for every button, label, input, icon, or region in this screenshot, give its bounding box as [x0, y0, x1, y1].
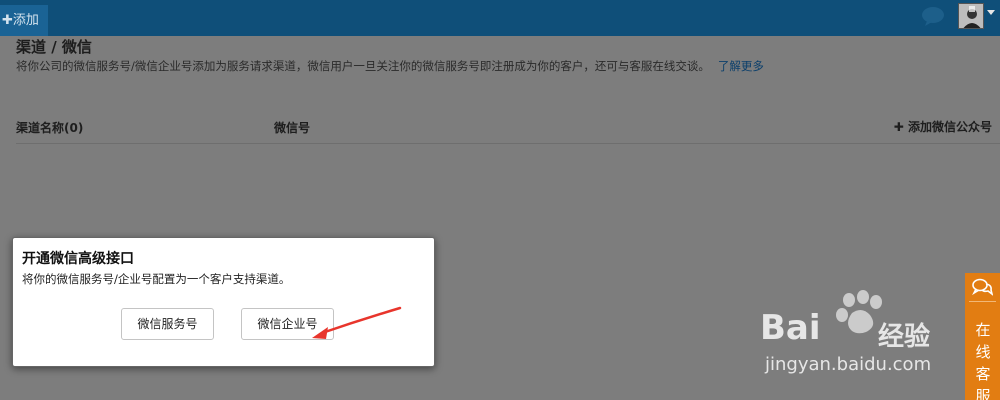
- channel-table-header: 渠道名称(0) 微信号 ✚ 添加微信公众号: [16, 112, 1000, 144]
- online-service-label: 在线客服: [975, 321, 991, 400]
- column-wechat-id: 微信号: [274, 121, 311, 135]
- page-description-text: 将你公司的微信服务号/微信企业号添加为服务请求渠道，微信用户一旦关注你的微信服务…: [16, 59, 710, 73]
- avatar-image: [959, 4, 983, 28]
- add-button[interactable]: ✚添加: [0, 5, 48, 36]
- add-wechat-account-button[interactable]: ✚ 添加微信公众号: [894, 118, 992, 135]
- online-service-divider: [969, 301, 996, 302]
- annotation-arrow: [312, 306, 402, 339]
- wechat-service-account-button[interactable]: 微信服务号: [121, 308, 214, 340]
- top-navbar: ✚添加: [0, 0, 1000, 36]
- learn-more-link[interactable]: 了解更多: [718, 59, 764, 73]
- page-title: 渠道 / 微信: [16, 38, 92, 56]
- watermark-url: jingyan.baidu.com: [765, 354, 932, 375]
- chat-icon: [972, 278, 993, 296]
- page-description: 将你公司的微信服务号/微信企业号添加为服务请求渠道，微信用户一旦关注你的微信服务…: [16, 58, 764, 74]
- baidu-watermark: Bai 经验 jingyan.baidu.com: [760, 288, 960, 378]
- dialog-title: 开通微信高级接口: [22, 251, 134, 267]
- chevron-down-icon[interactable]: [987, 10, 995, 15]
- column-channel-name: 渠道名称(0): [16, 121, 84, 135]
- watermark-brand-tail: 经验: [878, 322, 931, 352]
- dialog-description: 将你的微信服务号/企业号配置为一个客户支持渠道。: [22, 272, 291, 286]
- watermark-brand: Bai: [760, 308, 821, 348]
- avatar[interactable]: [958, 3, 984, 29]
- online-service-button[interactable]: 在线客服: [965, 273, 1000, 400]
- chat-bubble-icon[interactable]: [921, 6, 945, 26]
